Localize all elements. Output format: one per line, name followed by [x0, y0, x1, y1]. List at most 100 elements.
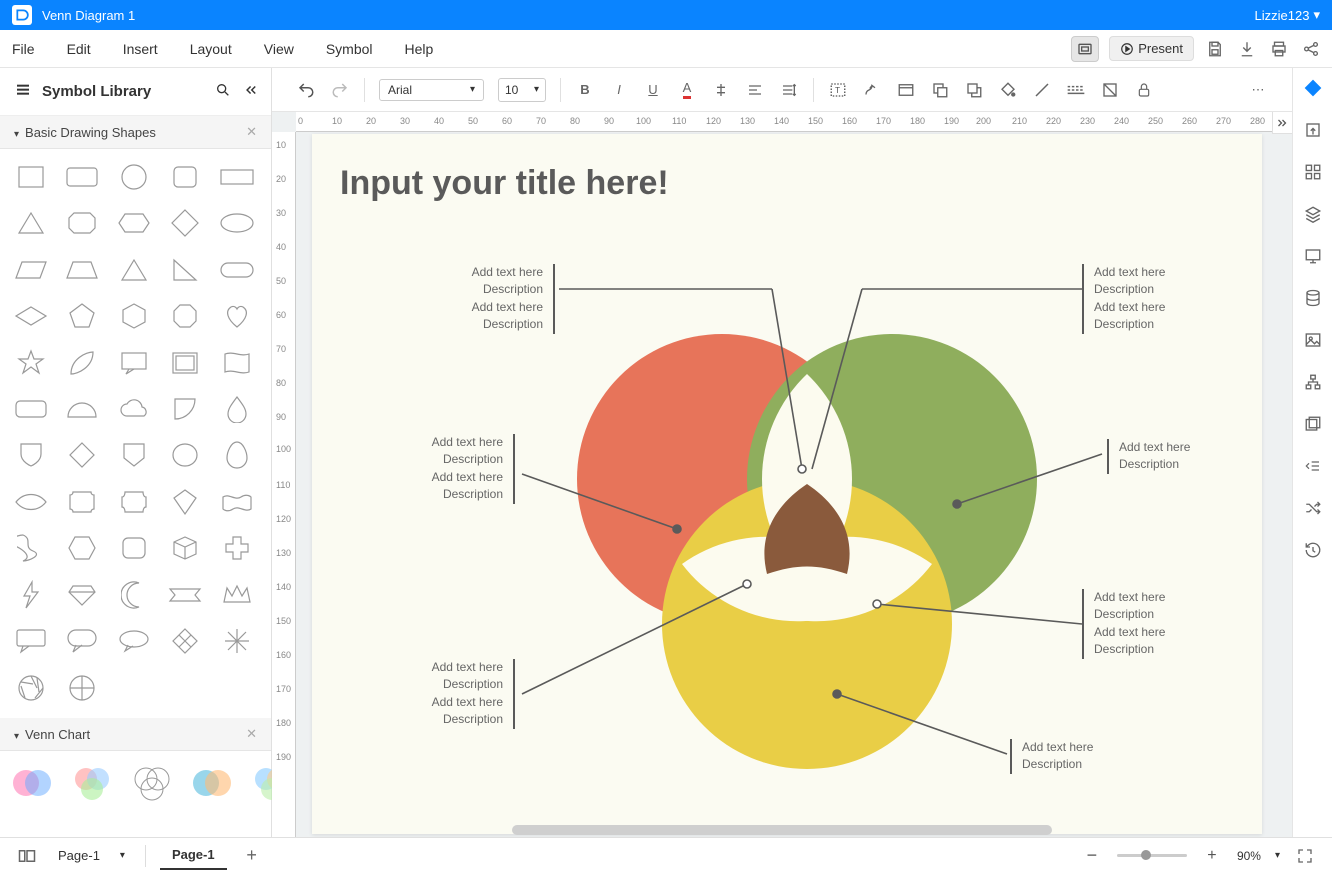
venn-thumb-4[interactable]: [190, 763, 234, 807]
download-icon[interactable]: [1236, 38, 1258, 60]
lock-icon[interactable]: [1134, 80, 1154, 100]
section-venn-chart[interactable]: ▾Venn Chart ✕: [0, 718, 271, 751]
shape-quarter-circle[interactable]: [162, 391, 208, 427]
shape-plaque[interactable]: [59, 484, 105, 520]
database-icon[interactable]: [1301, 286, 1325, 310]
shape-ellipse-2[interactable]: [162, 437, 208, 473]
shape-rounded-rect[interactable]: [59, 159, 105, 195]
scrollbar-horizontal[interactable]: [512, 825, 1052, 835]
shape-lightning[interactable]: [8, 577, 54, 613]
shape-semicircle[interactable]: [59, 391, 105, 427]
shape-shield[interactable]: [8, 437, 54, 473]
print-icon[interactable]: [1268, 38, 1290, 60]
menu-layout[interactable]: Layout: [188, 37, 234, 61]
shape-pinwheel[interactable]: [214, 623, 260, 659]
line-height-icon[interactable]: [779, 80, 799, 100]
shape-pie-4[interactable]: [59, 670, 105, 706]
label-top-left[interactable]: Add text here Description Add text here …: [420, 264, 555, 334]
shape-egg[interactable]: [214, 437, 260, 473]
page-dropdown[interactable]: Page-1▾: [52, 845, 131, 866]
menu-insert[interactable]: Insert: [121, 37, 160, 61]
outdent-icon[interactable]: [1301, 454, 1325, 478]
arrange-front-icon[interactable]: [930, 80, 950, 100]
shape-triangle[interactable]: [8, 205, 54, 241]
shape-rounded-square[interactable]: [162, 159, 208, 195]
shape-ribbon[interactable]: [162, 577, 208, 613]
label-mid-right[interactable]: Add text here Description: [1107, 439, 1227, 474]
collapse-right-icon[interactable]: [1272, 112, 1292, 134]
label-low-right[interactable]: Add text here Description Add text here …: [1082, 589, 1217, 659]
menu-file[interactable]: File: [10, 37, 37, 61]
align-horizontal-icon[interactable]: [745, 80, 765, 100]
theme-icon[interactable]: [1301, 76, 1325, 100]
shape-kite[interactable]: [162, 484, 208, 520]
zoom-slider[interactable]: [1117, 854, 1187, 857]
save-icon[interactable]: [1204, 38, 1226, 60]
menu-symbol[interactable]: Symbol: [324, 37, 375, 61]
menu-view[interactable]: View: [262, 37, 296, 61]
arrange-back-icon[interactable]: [964, 80, 984, 100]
user-menu[interactable]: Lizzie123 ▾: [1255, 7, 1320, 23]
section-basic-shapes[interactable]: ▾Basic Drawing Shapes ✕: [0, 116, 271, 149]
zoom-in-icon[interactable]: +: [1201, 845, 1223, 867]
shape-pill[interactable]: [214, 252, 260, 288]
search-icon[interactable]: [215, 82, 231, 102]
label-mid-left[interactable]: Add text here Description Add text here …: [380, 434, 515, 504]
shape-crown[interactable]: [214, 577, 260, 613]
shape-wave-rect[interactable]: [214, 484, 260, 520]
apps-icon[interactable]: [1301, 160, 1325, 184]
shape-gem[interactable]: [59, 577, 105, 613]
shape-diamond[interactable]: [162, 205, 208, 241]
venn-thumb-2[interactable]: [70, 763, 114, 807]
zoom-value[interactable]: 90%: [1237, 849, 1261, 863]
shape-speech-rect[interactable]: [8, 623, 54, 659]
shape-trapezoid[interactable]: [59, 252, 105, 288]
shape-hexagon[interactable]: [111, 298, 157, 334]
shape-bevel-rect[interactable]: [162, 345, 208, 381]
text-box-icon[interactable]: T: [828, 80, 848, 100]
line-color-icon[interactable]: [1032, 80, 1052, 100]
shape-badge[interactable]: [111, 437, 157, 473]
shape-speech-round[interactable]: [59, 623, 105, 659]
zoom-out-icon[interactable]: −: [1081, 845, 1103, 867]
shuffle-icon[interactable]: [1301, 496, 1325, 520]
shape-square[interactable]: [8, 159, 54, 195]
shape-octagon[interactable]: [162, 298, 208, 334]
shape-octagon-rect[interactable]: [59, 205, 105, 241]
shape-parallelogram[interactable]: [8, 252, 54, 288]
shape-plus[interactable]: [214, 530, 260, 566]
font-family-select[interactable]: Arial▾: [379, 79, 484, 101]
shape-pentagon[interactable]: [59, 298, 105, 334]
present-button[interactable]: Present: [1109, 36, 1194, 61]
canvas-page[interactable]: Input your title here!: [312, 134, 1262, 834]
connector-icon[interactable]: [862, 80, 882, 100]
history-icon[interactable]: [1301, 538, 1325, 562]
line-style-icon[interactable]: [1066, 80, 1086, 100]
export-icon[interactable]: [1301, 118, 1325, 142]
shape-right-triangle[interactable]: [162, 252, 208, 288]
shape-circle[interactable]: [111, 159, 157, 195]
font-color-icon[interactable]: A: [677, 80, 697, 100]
share-icon[interactable]: [1300, 38, 1322, 60]
shape-triangle-2[interactable]: [111, 252, 157, 288]
fullscreen-icon[interactable]: [1294, 845, 1316, 867]
image-icon[interactable]: [1301, 328, 1325, 352]
presentation-icon[interactable]: [1301, 244, 1325, 268]
more-icon[interactable]: ⋯: [1248, 80, 1268, 100]
shape-rounded-rect2[interactable]: [8, 391, 54, 427]
shape-drop[interactable]: [214, 391, 260, 427]
menu-help[interactable]: Help: [403, 37, 436, 61]
bold-icon[interactable]: B: [575, 80, 595, 100]
shape-rhombus[interactable]: [8, 298, 54, 334]
redo-icon[interactable]: [330, 80, 350, 100]
shape-aperture[interactable]: [8, 670, 54, 706]
shape-heart[interactable]: [214, 298, 260, 334]
undo-icon[interactable]: [296, 80, 316, 100]
italic-icon[interactable]: I: [609, 80, 629, 100]
app-logo[interactable]: [12, 5, 32, 25]
shape-diamond-2[interactable]: [59, 437, 105, 473]
label-bot-left[interactable]: Add text here Description Add text here …: [380, 659, 515, 729]
add-page-icon[interactable]: +: [241, 845, 263, 867]
shape-flag[interactable]: [214, 345, 260, 381]
shape-rect-wide[interactable]: [214, 159, 260, 195]
